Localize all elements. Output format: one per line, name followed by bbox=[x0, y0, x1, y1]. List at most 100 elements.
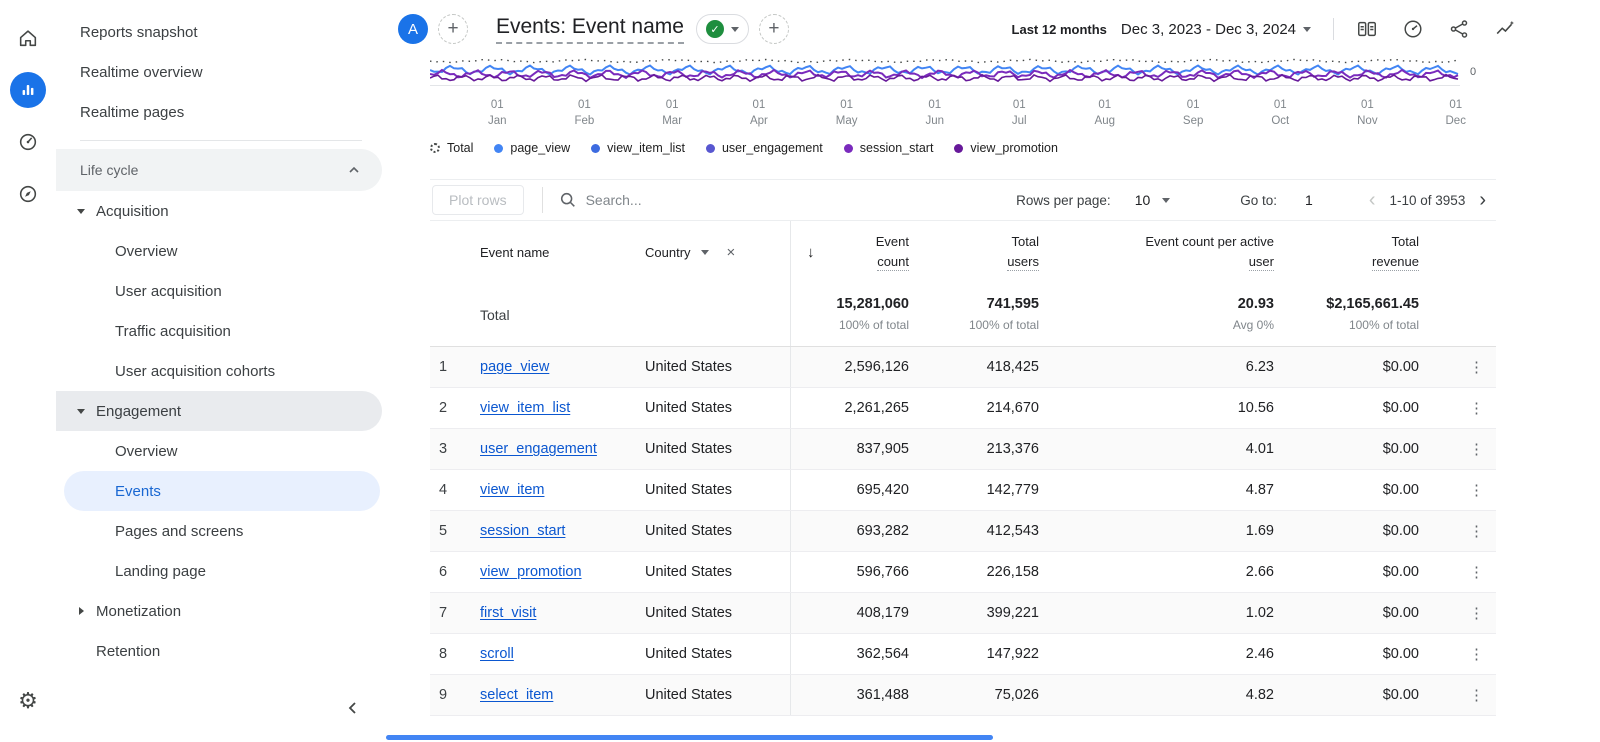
remove-country-icon[interactable]: × bbox=[727, 244, 736, 261]
country-cell: United States bbox=[645, 675, 790, 715]
table-row: 6view_promotionUnited States596,766226,1… bbox=[430, 552, 1496, 593]
legend-swatch bbox=[591, 144, 600, 153]
sidebar-item-realtime-overview[interactable]: Realtime overview bbox=[56, 52, 386, 92]
row-menu-icon[interactable]: ⋮ bbox=[1469, 604, 1484, 622]
tick-month: Mar bbox=[662, 113, 682, 129]
event-link[interactable]: select_item bbox=[480, 687, 553, 703]
event-link[interactable]: view_item_list bbox=[480, 400, 570, 416]
report-status-pill[interactable]: ✓ bbox=[696, 14, 749, 44]
col-total-revenue[interactable]: Total revenue bbox=[1280, 221, 1425, 283]
x-axis-tick: 01Mar bbox=[662, 97, 682, 129]
sidebar-group-retention[interactable]: Retention bbox=[56, 631, 386, 671]
sidebar-tree: AcquisitionOverviewUser acquisitionTraff… bbox=[56, 191, 386, 671]
share-icon[interactable] bbox=[1448, 18, 1470, 40]
sidebar-item-overview[interactable]: Overview bbox=[56, 431, 386, 471]
app-root: ⚙ Reports snapshotRealtime overviewRealt… bbox=[0, 0, 1600, 742]
rows-per-page-select[interactable]: 10 bbox=[1135, 192, 1171, 208]
country-cell: United States bbox=[645, 552, 790, 592]
row-menu-icon[interactable]: ⋮ bbox=[1469, 440, 1484, 458]
avatar[interactable]: A bbox=[398, 14, 428, 44]
next-page-icon[interactable]: › bbox=[1479, 189, 1486, 212]
col-event-count[interactable]: ↓ Event count bbox=[790, 221, 915, 283]
x-axis-tick: 01May bbox=[836, 97, 858, 129]
plot-rows-button[interactable]: Plot rows bbox=[432, 185, 524, 215]
event-link[interactable]: view_item bbox=[480, 482, 544, 498]
bottom-scroll-indicator[interactable] bbox=[386, 735, 993, 740]
row-number: 9 bbox=[430, 675, 480, 715]
caret-down-icon[interactable] bbox=[701, 250, 709, 255]
sidebar-group-acquisition[interactable]: Acquisition bbox=[56, 191, 386, 231]
event-link[interactable]: page_view bbox=[480, 359, 549, 375]
sidebar-item-reports-snapshot[interactable]: Reports snapshot bbox=[56, 12, 386, 52]
row-menu-icon[interactable]: ⋮ bbox=[1469, 563, 1484, 581]
legend-item-session-start[interactable]: session_start bbox=[844, 141, 934, 155]
row-menu-icon[interactable]: ⋮ bbox=[1469, 645, 1484, 663]
event-link[interactable]: session_start bbox=[480, 523, 565, 539]
country-cell: United States bbox=[645, 470, 790, 510]
col-country[interactable]: Country × bbox=[645, 221, 790, 283]
col-line: revenue bbox=[1372, 254, 1419, 271]
event-count-cell: 693,282 bbox=[790, 511, 915, 551]
event-link[interactable]: first_visit bbox=[480, 605, 536, 621]
sidebar-group-engagement[interactable]: Engagement bbox=[56, 391, 382, 431]
row-number: 2 bbox=[430, 388, 480, 428]
add-report-tab-button[interactable]: + bbox=[759, 14, 789, 44]
row-menu-icon[interactable]: ⋮ bbox=[1469, 481, 1484, 499]
sort-desc-icon[interactable]: ↓ bbox=[791, 244, 815, 261]
legend-item-user-engagement[interactable]: user_engagement bbox=[706, 141, 823, 155]
event-count-cell: 2,261,265 bbox=[790, 388, 915, 428]
event-count-cell: 837,905 bbox=[790, 429, 915, 469]
prev-page-icon[interactable]: ‹ bbox=[1369, 189, 1376, 212]
sidebar-item-landing-page[interactable]: Landing page bbox=[56, 551, 386, 591]
event-link[interactable]: scroll bbox=[480, 646, 514, 662]
search-input[interactable] bbox=[586, 192, 806, 208]
advertising-icon[interactable] bbox=[10, 124, 46, 160]
legend-swatch bbox=[494, 144, 503, 153]
admin-gear-icon[interactable]: ⚙ bbox=[18, 688, 38, 714]
row-number: 5 bbox=[430, 511, 480, 551]
sidebar-group-monetization[interactable]: Monetization bbox=[56, 591, 386, 631]
sidebar-item-realtime-pages[interactable]: Realtime pages bbox=[56, 92, 386, 132]
event-link[interactable]: user_engagement bbox=[480, 441, 597, 457]
row-menu-icon[interactable]: ⋮ bbox=[1469, 686, 1484, 704]
sidebar-item-label: Traffic acquisition bbox=[115, 323, 231, 340]
legend-item-view-promotion[interactable]: view_promotion bbox=[954, 141, 1058, 155]
x-axis-tick: 01Sep bbox=[1183, 97, 1203, 129]
count-per-user-cell: 1.69 bbox=[1045, 511, 1280, 551]
total-users-cell: 226,158 bbox=[915, 552, 1045, 592]
row-menu-icon[interactable]: ⋮ bbox=[1469, 399, 1484, 417]
page-title[interactable]: Events: Event name bbox=[496, 15, 684, 44]
sidebar-item-events[interactable]: Events bbox=[64, 471, 380, 511]
sidebar-item-user-acquisition[interactable]: User acquisition bbox=[56, 271, 386, 311]
col-event-name[interactable]: Event name bbox=[480, 221, 645, 283]
sidebar-item-traffic-acquisition[interactable]: Traffic acquisition bbox=[56, 311, 386, 351]
collapse-sidebar-button[interactable] bbox=[346, 700, 362, 720]
insights-icon[interactable] bbox=[1494, 18, 1516, 40]
legend-item-view-item-list[interactable]: view_item_list bbox=[591, 141, 685, 155]
home-icon[interactable] bbox=[10, 20, 46, 56]
comparisons-icon[interactable] bbox=[1356, 18, 1378, 40]
legend-item-page-view[interactable]: page_view bbox=[494, 141, 570, 155]
row-menu-icon[interactable]: ⋮ bbox=[1469, 358, 1484, 376]
sidebar-item-user-acquisition-cohorts[interactable]: User acquisition cohorts bbox=[56, 351, 386, 391]
event-link[interactable]: view_promotion bbox=[480, 564, 582, 580]
sidebar-section-life-cycle[interactable]: Life cycle bbox=[56, 149, 382, 191]
count-per-user-cell: 4.87 bbox=[1045, 470, 1280, 510]
totals-row: Total 15,281,060100% of total 741,595100… bbox=[430, 283, 1496, 347]
col-event-count-per-user[interactable]: Event count per active user bbox=[1045, 221, 1280, 283]
event-name-cell: view_item bbox=[480, 470, 645, 510]
sidebar-item-pages-and-screens[interactable]: Pages and screens bbox=[56, 511, 386, 551]
row-menu-cell: ⋮ bbox=[1425, 511, 1496, 551]
performance-icon[interactable] bbox=[1402, 18, 1424, 40]
goto-page-input[interactable]: 1 bbox=[1305, 192, 1313, 208]
reports-icon[interactable] bbox=[10, 72, 46, 108]
date-range-picker[interactable]: Dec 3, 2023 - Dec 3, 2024 bbox=[1121, 21, 1311, 38]
col-total-users[interactable]: Total users bbox=[915, 221, 1045, 283]
legend-item-total[interactable]: Total bbox=[430, 141, 473, 155]
explore-icon[interactable] bbox=[10, 176, 46, 212]
count-per-user-cell: 4.82 bbox=[1045, 675, 1280, 715]
sidebar-item-overview[interactable]: Overview bbox=[56, 231, 386, 271]
add-comparison-button[interactable]: + bbox=[438, 14, 468, 44]
row-menu-icon[interactable]: ⋮ bbox=[1469, 522, 1484, 540]
total-users-cell: 147,922 bbox=[915, 634, 1045, 674]
